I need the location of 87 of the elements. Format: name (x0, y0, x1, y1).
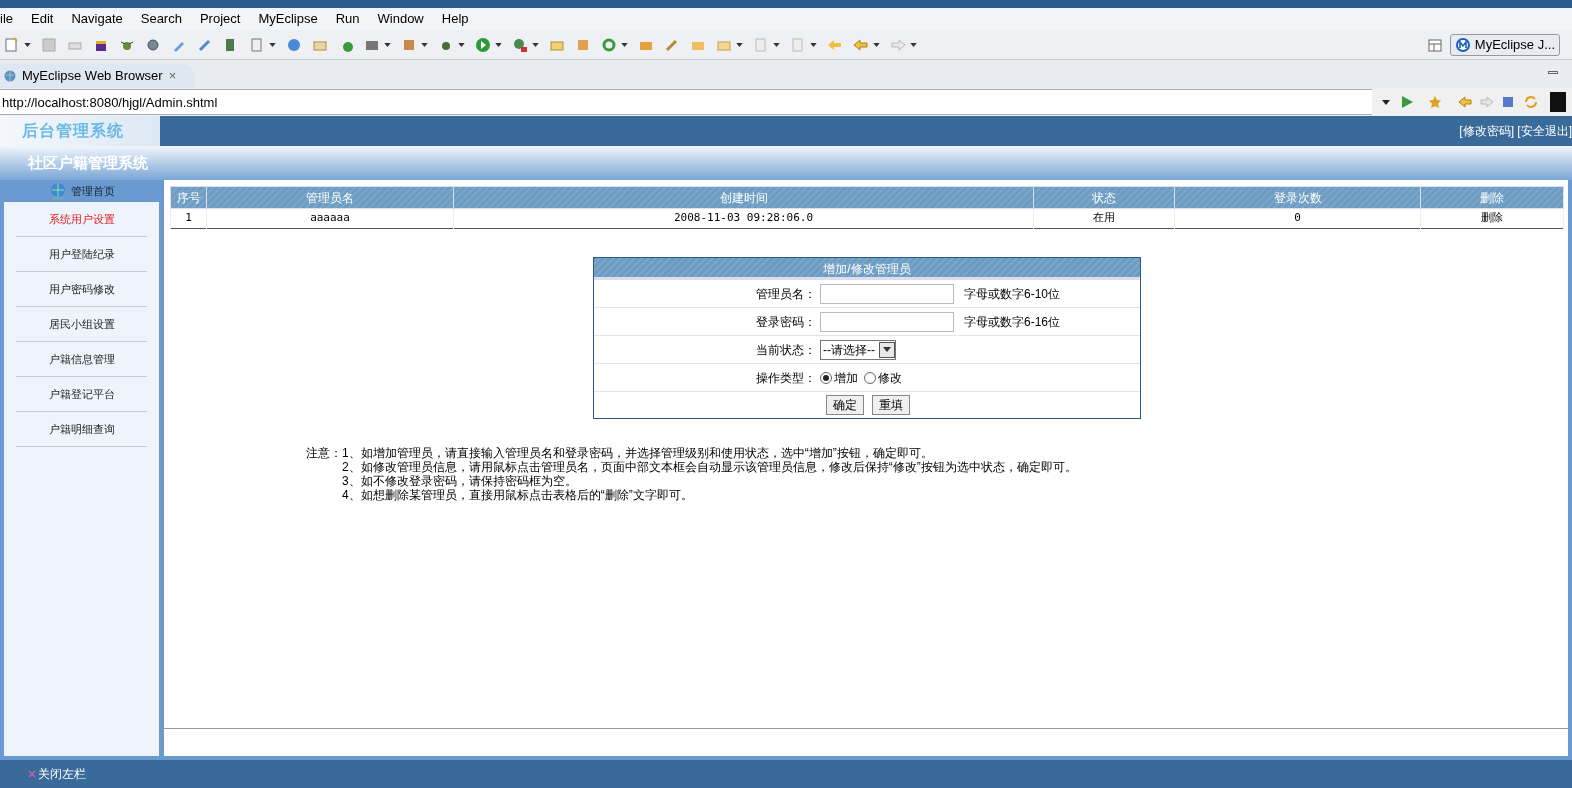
play-icon[interactable] (1400, 95, 1414, 109)
dropdown-arrow-icon[interactable] (736, 42, 743, 47)
radio-button[interactable] (820, 371, 832, 384)
table-cell: 1 (170, 208, 207, 229)
radio-label: 修改 (878, 369, 902, 387)
dropdown-arrow-icon[interactable] (621, 42, 628, 47)
menu-item[interactable]: Navigate (71, 9, 123, 29)
menu-item[interactable]: Run (335, 9, 360, 29)
note-text: 4、如想删除某管理员，直接用鼠标点击表格后的“删除”文字即可。 (341, 488, 694, 502)
sidebar-item[interactable]: 居民小组设置 (16, 307, 147, 342)
column-header: 登录次数 (1174, 186, 1421, 209)
star-icon[interactable] (1428, 95, 1442, 109)
form-button[interactable]: 确定 (826, 395, 864, 415)
menu-item[interactable]: Search (140, 9, 182, 29)
field-hint: 字母或数字6-10位 (964, 285, 1061, 303)
input-field[interactable] (820, 283, 954, 304)
menu-item[interactable]: MyEclipse (258, 9, 318, 29)
dropdown-arrow-icon[interactable] (910, 42, 917, 47)
form-title: 增加/修改管理员 (594, 258, 1140, 280)
column-header: 创建时间 (453, 186, 1034, 209)
perspective-button[interactable]: MyEclipse J... (1449, 33, 1560, 56)
system-title: 社区户籍管理系统 (28, 152, 148, 173)
arrow-left-icon[interactable] (1458, 95, 1472, 109)
sidebar-item[interactable]: 户籍明细查询 (16, 412, 147, 447)
globe-icon (4, 70, 16, 82)
status-dropdown[interactable]: --请选择-- (820, 339, 896, 360)
table-cell[interactable]: aaaaaa (206, 208, 454, 229)
close-icon[interactable]: × (168, 66, 177, 86)
dropdown-arrow-icon[interactable] (810, 42, 817, 47)
editor-tab[interactable]: MyEclipse Web Browser × (0, 64, 195, 88)
table-cell: 0 (1174, 208, 1421, 229)
dropdown-arrow-icon[interactable] (24, 42, 31, 47)
delete-link[interactable]: 删除 (1420, 208, 1564, 229)
color-block (1550, 92, 1566, 112)
table-cell: 2008-11-03 09:28:06.0 (453, 208, 1034, 229)
minimize-icon[interactable] (1548, 71, 1558, 74)
m-logo-icon (1454, 36, 1471, 53)
dropdown-arrow-icon[interactable] (495, 42, 502, 47)
dropdown-arrow-icon[interactable] (773, 42, 780, 47)
sidebar-item[interactable]: 用户密码修改 (16, 272, 147, 307)
column-header: 序号 (170, 186, 207, 209)
dropdown-arrow-icon[interactable] (458, 42, 465, 47)
note-text: 3、如不修改登录密码，请保持密码框为空。 (341, 474, 578, 488)
close-icon (28, 770, 36, 778)
menu-item[interactable]: Help (441, 9, 469, 29)
globe-icon[interactable] (286, 36, 302, 53)
dropdown-arrow-icon[interactable] (421, 42, 428, 47)
caret-icon (883, 347, 891, 352)
tool-icon[interactable] (512, 36, 528, 53)
field-label: 登录密码： (756, 314, 816, 329)
menu-item[interactable]: Edit (31, 9, 54, 29)
column-header: 状态 (1033, 186, 1175, 209)
field-label: 管理员名： (756, 286, 816, 301)
menu-item[interactable]: ile (0, 9, 13, 29)
logo-text: 后台管理系统 (22, 121, 124, 141)
globe-icon (48, 182, 67, 200)
menu-item[interactable]: Project (199, 9, 241, 29)
note-text: 注意：1、如增加管理员，请直接输入管理员名和登录密码，并选择管理级别和使用状态，选中“增加”按钮，确定即可。 (306, 446, 934, 460)
dropdown-arrow-icon[interactable] (384, 42, 391, 47)
field-label: 当前状态： (756, 342, 816, 357)
table-cell: 在用 (1033, 208, 1175, 229)
stop-icon[interactable] (1502, 96, 1514, 108)
note-text: 2、如修改管理员信息，请用鼠标点击管理员名，页面中部文本框会自动显示该管理员信息，修改后保持“修改”按钮为选中状态，确定即可。 (341, 460, 1078, 474)
field-hint: 字母或数字6-16位 (964, 313, 1061, 331)
sidebar-item[interactable]: 用户登陆纪录 (16, 237, 147, 272)
column-header: 管理员名 (206, 186, 454, 209)
sidebar-item[interactable]: 户籍信息管理 (16, 342, 147, 377)
form-button[interactable]: 重填 (872, 395, 910, 415)
dropdown-arrow-icon[interactable] (1382, 99, 1390, 105)
account-links[interactable]: [修改密码] [安全退出] (1459, 122, 1572, 140)
save-icon[interactable] (41, 36, 57, 53)
menu-item[interactable]: Window (377, 9, 424, 29)
address-field[interactable]: http://localhost:8080/hjgl/Admin.shtml (0, 89, 1372, 115)
perspective-icon[interactable] (1427, 36, 1444, 53)
radio-button[interactable] (864, 371, 876, 384)
sidebar-item[interactable]: 户籍登记平台 (16, 377, 147, 412)
play-icon[interactable] (475, 36, 491, 53)
close-sidebar-link[interactable]: 关闭左栏 (38, 765, 86, 783)
input-field[interactable] (820, 311, 954, 332)
refresh-icon[interactable] (1524, 95, 1538, 109)
column-header: 删除 (1420, 186, 1564, 209)
field-label: 操作类型： (756, 370, 816, 385)
dropdown-arrow-icon[interactable] (269, 42, 276, 47)
dropdown-arrow-icon[interactable] (532, 42, 539, 47)
dropdown-arrow-icon[interactable] (873, 42, 880, 47)
radio-label: 增加 (834, 369, 858, 387)
sidebar-item[interactable]: 系统用户设置 (16, 202, 147, 237)
